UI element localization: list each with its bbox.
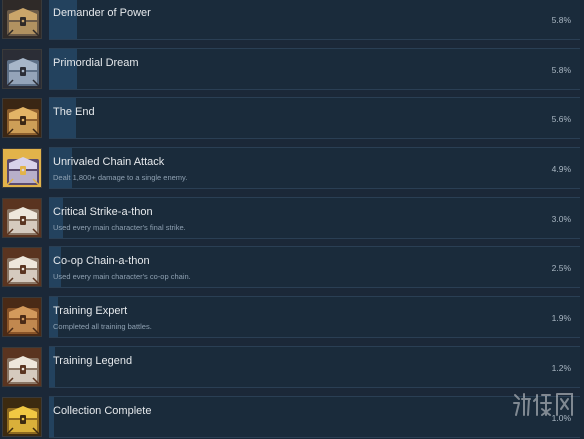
chest-silver-icon: [2, 197, 42, 238]
achievement-title: Primordial Dream: [53, 56, 139, 69]
unlock-percent: 1.9%: [551, 313, 571, 324]
achievement-row[interactable]: Training Legend 1.2%: [0, 340, 584, 390]
unlock-rate-fill: [49, 0, 77, 39]
achievement-title: Collection Complete: [53, 404, 152, 417]
unlock-percent: 4.9%: [551, 164, 571, 175]
unlock-percent: 2.5%: [551, 263, 571, 274]
unlock-percent: 5.8%: [551, 64, 571, 75]
unlock-rate-fill: [49, 247, 61, 288]
achievement-title: Training Expert: [53, 305, 128, 318]
achievement-progress-bar: Training Legend 1.2%: [49, 345, 580, 388]
achievement-row[interactable]: Training Expert Completed all training ba…: [0, 290, 584, 340]
achievement-row[interactable]: Unrivaled Chain Attack Dealt 1,800+ damag…: [0, 141, 584, 191]
unlock-percent: 5.6%: [551, 114, 571, 125]
achievement-description: Completed all training battles.: [53, 322, 152, 332]
chest-silver-icon: [2, 247, 42, 288]
achievement-row[interactable]: Critical Strike-a-thon Used every main ch…: [0, 191, 584, 241]
achievement-progress-bar: Training Expert Completed all training ba…: [49, 296, 580, 339]
unlock-rate-fill: [49, 148, 73, 189]
achievement-row[interactable]: Primordial Dream 5.8%: [0, 42, 584, 92]
chest-gold-icon: [2, 0, 42, 39]
achievement-title: Co-op Chain-a-thon: [53, 255, 150, 268]
unlock-rate-fill: [49, 98, 76, 139]
chest-gold-icon: [2, 98, 42, 139]
achievement-progress-bar: Demander of Power 5.8%: [49, 0, 580, 40]
achievement-progress-bar: Unrivaled Chain Attack Dealt 1,800+ damag…: [49, 147, 580, 190]
chest-silver-icon: [2, 346, 42, 387]
unlock-percent: 1.2%: [551, 362, 571, 373]
achievement-description: Used every main character's final strike…: [53, 222, 186, 232]
unlock-rate-fill: [49, 396, 54, 437]
achievement-title: Demander of Power: [53, 7, 151, 19]
chest-bronze-icon: [2, 297, 42, 338]
achievement-list: Demander of Power 5.8% Primordial Dream 5.8…: [0, 0, 584, 439]
achievement-description: Dealt 1,800+ damage to a single enemy.: [53, 173, 188, 183]
achievement-progress-bar: Critical Strike-a-thon Used every main ch…: [49, 196, 580, 239]
unlock-percent: 3.0%: [551, 213, 571, 224]
watermark-logo: [513, 393, 573, 416]
achievement-progress-bar: Collection Complete 1.0%: [49, 395, 580, 438]
achievement-title: The End: [53, 106, 95, 119]
unlock-rate-fill: [49, 297, 59, 338]
achievement-progress-bar: Primordial Dream 5.8%: [49, 47, 580, 90]
achievement-title: Critical Strike-a-thon: [53, 205, 153, 218]
achievement-title: Training Legend: [53, 354, 133, 367]
achievement-row[interactable]: Demander of Power 5.8%: [0, 0, 584, 42]
chest-yellow-icon: [2, 396, 42, 437]
achievement-row[interactable]: Co-op Chain-a-thon Used every main charac…: [0, 240, 584, 290]
unlock-rate-fill: [49, 197, 64, 238]
achievement-progress-bar: Co-op Chain-a-thon Used every main charac…: [49, 246, 580, 289]
achievement-row[interactable]: Collection Complete 1.0%: [0, 390, 584, 439]
chain-attack-icon: [2, 148, 42, 189]
chest-blue-icon: [2, 48, 42, 89]
achievement-progress-bar: The End 5.6%: [49, 97, 580, 140]
achievement-description: Used every main character's co-op chain.: [53, 272, 191, 282]
achievement-row[interactable]: The End 5.6%: [0, 91, 584, 141]
achievement-title: Unrivaled Chain Attack: [53, 156, 165, 169]
unlock-rate-fill: [49, 346, 55, 387]
unlock-percent: 5.8%: [551, 15, 571, 25]
unlock-rate-fill: [49, 48, 77, 89]
